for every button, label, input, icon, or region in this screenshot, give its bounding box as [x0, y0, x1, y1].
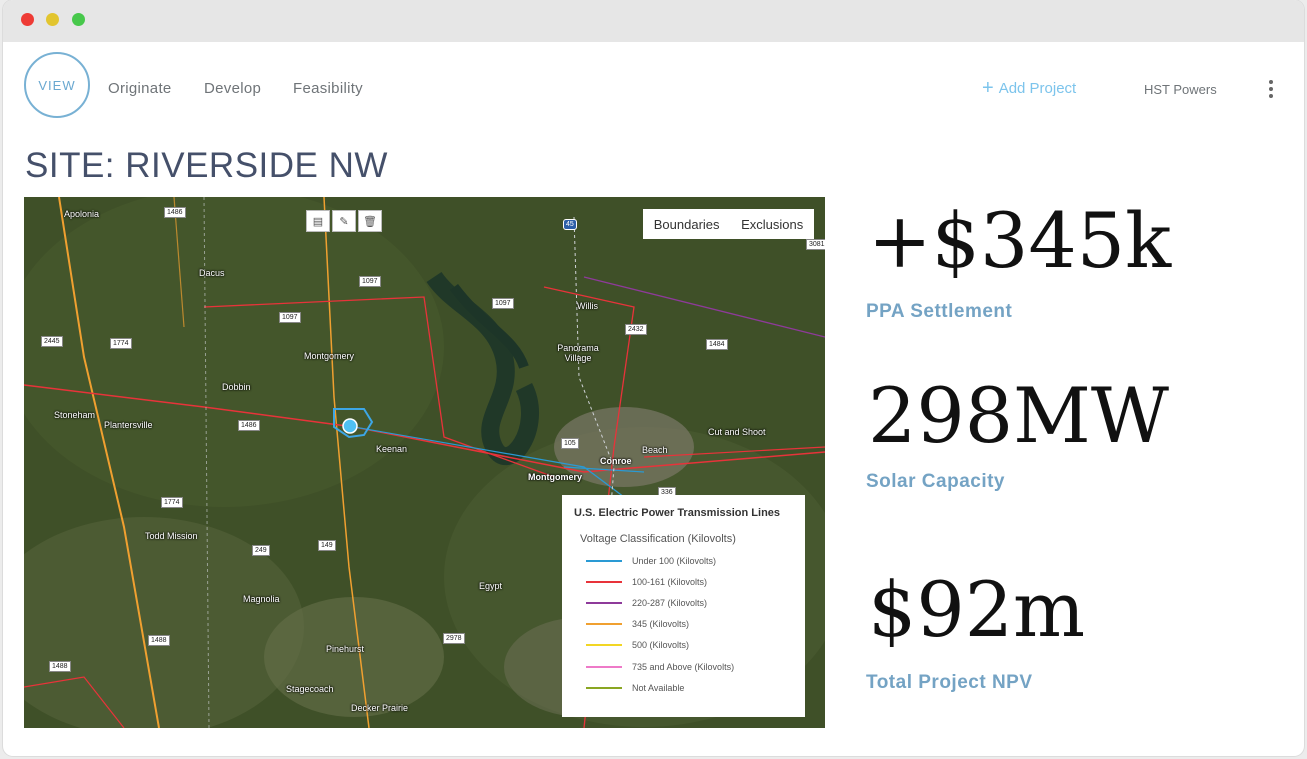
legend-item-label: 345 (Kilovolts) [632, 619, 690, 630]
maximize-window-button[interactable] [72, 13, 85, 26]
legend-item: 500 (Kilovolts) [586, 635, 793, 656]
map-label: Magnolia [243, 594, 280, 604]
legend-item: 735 and Above (Kilovolts) [586, 656, 793, 677]
kpi-value-solar-capacity: 298MW [868, 371, 1169, 460]
road-shield: 1486 [238, 420, 260, 431]
legend-item: 220-287 (Kilovolts) [586, 592, 793, 613]
map-layer-tabs: Boundaries Exclusions [643, 209, 814, 239]
ruler-icon[interactable]: ▤ [306, 210, 330, 232]
map-legend: U.S. Electric Power Transmission Lines V… [562, 495, 805, 717]
trash-icon[interactable]: 🗑 [358, 210, 382, 232]
map-label: Stagecoach [286, 684, 334, 694]
road-shield: 1486 [164, 207, 186, 218]
interstate-shield: 45 [563, 219, 577, 230]
road-shield: 249 [252, 545, 270, 556]
page-title: SITE: RIVERSIDE NW [25, 146, 388, 185]
road-shield: 1097 [492, 298, 514, 309]
road-shield: 1097 [359, 276, 381, 287]
road-shield: 1774 [161, 497, 183, 508]
nav-originate[interactable]: Originate [108, 80, 172, 97]
map-label: Beach [642, 445, 668, 455]
map-label: Cut and Shoot [708, 427, 766, 437]
map-label: Apolonia [64, 209, 100, 219]
map-label: Dacus [199, 268, 225, 278]
road-shield: 3081 [806, 239, 825, 250]
map-label: Panorama Village [557, 343, 599, 363]
map-label: Pinehurst [326, 644, 365, 654]
kpi-label-ppa-settlement: PPA Settlement [866, 301, 1013, 322]
legend-item-label: 500 (Kilovolts) [632, 640, 690, 651]
map-label: Decker Prairie [351, 703, 409, 713]
plus-icon: + [982, 77, 994, 99]
edit-icon[interactable]: ✎ [332, 210, 356, 232]
map-label: Willis [577, 301, 598, 311]
map-label: Keenan [376, 444, 408, 454]
legend-item-label: 220-287 (Kilovolts) [632, 597, 708, 608]
legend-item: 345 (Kilovolts) [586, 614, 793, 635]
legend-swatch [586, 623, 622, 626]
kpi-label-solar-capacity: Solar Capacity [866, 471, 1005, 492]
legend-swatch [586, 601, 622, 604]
map-label: Plantersville [104, 420, 153, 430]
tab-exclusions[interactable]: Exclusions [741, 217, 803, 232]
road-shield: 105 [561, 438, 579, 449]
kebab-menu-icon[interactable] [1267, 80, 1275, 98]
map-label: Conroe [600, 456, 632, 466]
legend-swatch [586, 665, 622, 668]
road-shield: 2978 [443, 633, 465, 644]
app-logo[interactable]: VIEW [24, 52, 90, 118]
legend-item-label: Not Available [632, 682, 685, 693]
road-shield: 1097 [279, 312, 301, 323]
minimize-window-button[interactable] [46, 13, 59, 26]
map-label: Dobbin [222, 382, 251, 392]
road-shield: 1774 [110, 338, 132, 349]
legend-item-label: Under 100 (Kilovolts) [632, 555, 717, 566]
road-shield: 2432 [625, 324, 647, 335]
tab-boundaries[interactable]: Boundaries [654, 217, 720, 232]
title-bar [3, 0, 1304, 42]
road-shield: 1488 [49, 661, 71, 672]
nav-feasibility[interactable]: Feasibility [293, 80, 363, 97]
map-toolbar: ▤ ✎ 🗑 [306, 210, 382, 232]
legend-title: U.S. Electric Power Transmission Lines [574, 507, 781, 519]
logo-text: VIEW [38, 77, 76, 93]
legend-swatch [586, 580, 622, 583]
legend-subtitle: Voltage Classification (Kilovolts) [580, 533, 736, 545]
kpi-value-total-npv: $92m [868, 565, 1086, 654]
road-shield: 149 [318, 540, 336, 551]
legend-swatch [586, 559, 622, 562]
map-view[interactable]: Apolonia Dacus Montgomery Dobbin Stoneha… [24, 197, 825, 728]
close-window-button[interactable] [21, 13, 34, 26]
legend-item: 100-161 (Kilovolts) [586, 571, 793, 592]
road-shield: 2445 [41, 336, 63, 347]
map-label: Stoneham [54, 410, 96, 420]
legend-item: Not Available [586, 677, 793, 698]
legend-item-label: 735 and Above (Kilovolts) [632, 661, 735, 672]
road-shield: 1484 [706, 339, 728, 350]
kpi-value-ppa-settlement: +$345k [868, 196, 1172, 285]
legend-swatch [586, 644, 622, 647]
add-project-label: Add Project [998, 80, 1077, 97]
legend-swatch [586, 686, 622, 689]
map-label: Egypt [479, 581, 503, 591]
legend-item: Under 100 (Kilovolts) [586, 550, 793, 571]
add-project-button[interactable]: + Add Project [982, 77, 1077, 99]
legend-list: Under 100 (Kilovolts) 100-161 (Kilovolts… [574, 550, 793, 698]
map-label: Todd Mission [145, 531, 198, 541]
legend-item-label: 100-161 (Kilovolts) [632, 576, 708, 587]
kpi-label-total-npv: Total Project NPV [866, 672, 1033, 693]
map-label: Montgomery [304, 351, 355, 361]
road-shield: 1488 [148, 635, 170, 646]
nav-develop[interactable]: Develop [204, 80, 261, 97]
organization-name[interactable]: HST Powers [1144, 82, 1217, 97]
map-label: Montgomery [528, 472, 582, 482]
browser-window: VIEW Originate Develop Feasibility + Add… [3, 0, 1304, 756]
